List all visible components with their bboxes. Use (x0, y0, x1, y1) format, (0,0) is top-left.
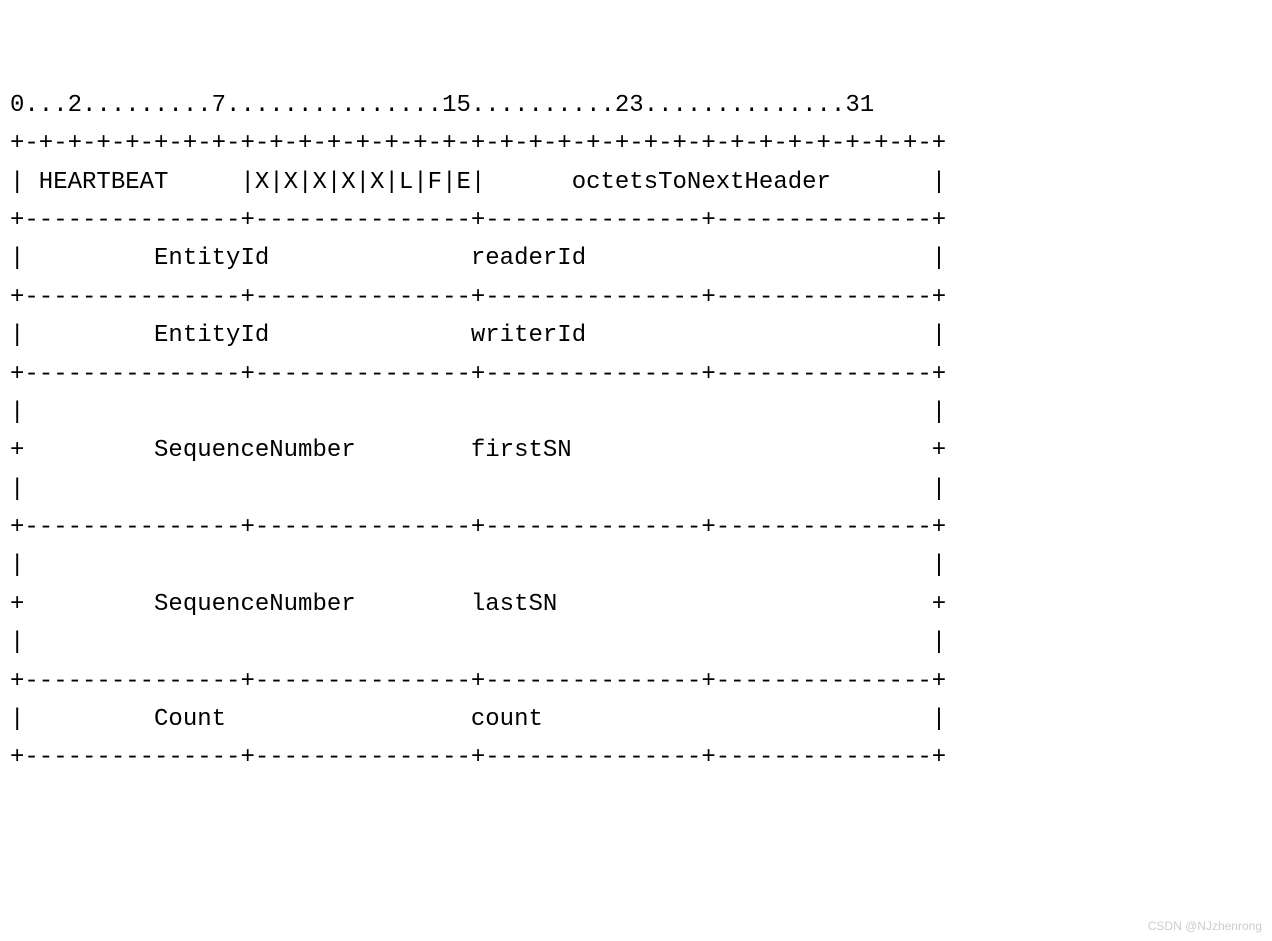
firstsn-row-bot: | | (10, 476, 946, 503)
writerid-row: | EntityId writerId | (10, 322, 946, 349)
separator: +---------------+---------------+-------… (10, 668, 946, 695)
firstsn-row-mid: + SequenceNumber firstSN + (10, 437, 946, 464)
lastsn-row-bot: | | (10, 629, 946, 656)
lastsn-row-top: | | (10, 552, 946, 579)
watermark: CSDN @NJzhenrong (1148, 917, 1262, 936)
separator: +---------------+---------------+-------… (10, 514, 946, 541)
separator: +---------------+---------------+-------… (10, 284, 946, 311)
separator-top: +-+-+-+-+-+-+-+-+-+-+-+-+-+-+-+-+-+-+-+-… (10, 130, 946, 157)
separator-bottom: +---------------+---------------+-------… (10, 744, 946, 771)
separator: +---------------+---------------+-------… (10, 361, 946, 388)
lastsn-row-mid: + SequenceNumber lastSN + (10, 591, 946, 618)
header-row: | HEARTBEAT |X|X|X|X|X|L|F|E| octetsToNe… (10, 169, 946, 196)
bit-ruler: 0...2.........7...............15........… (10, 92, 874, 119)
separator: +---------------+---------------+-------… (10, 207, 946, 234)
count-row: | Count count | (10, 706, 946, 733)
packet-diagram: 0...2.........7...............15........… (10, 87, 1262, 778)
firstsn-row-top: | | (10, 399, 946, 426)
readerid-row: | EntityId readerId | (10, 245, 946, 272)
